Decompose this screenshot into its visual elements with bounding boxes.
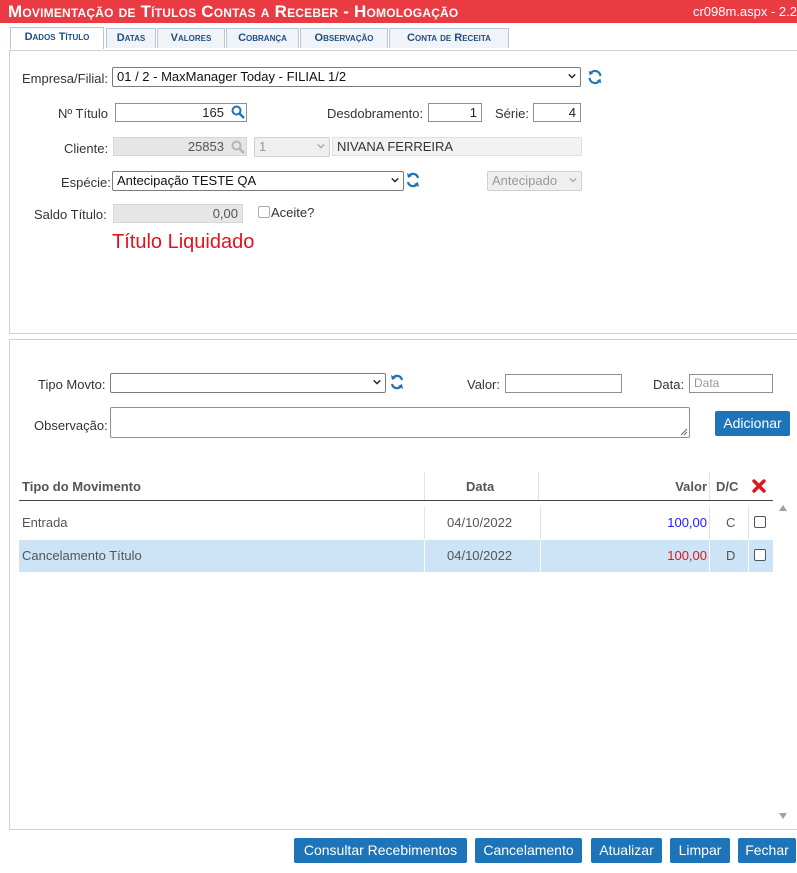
row-select-checkbox[interactable] [754,549,766,561]
empresa-value: 01 / 2 - MaxManager Today - FILIAL 1/2 [117,69,347,84]
especie-status-select[interactable]: Antecipado [487,171,582,191]
tipo-movto-select[interactable] [110,373,386,393]
aceite-checkbox[interactable] [258,206,270,218]
row-tipo: Entrada [22,515,68,530]
row-valor: 100,00 [667,515,707,530]
col-divider [540,540,541,572]
tab-conta-receita[interactable]: Conta de Receita [389,28,509,48]
desdobramento-label: Desdobramento: [327,106,424,121]
scroll-up-icon[interactable] [779,505,787,511]
cliente-seq-value: 1 [259,139,267,154]
table-row[interactable]: Entrada 04/10/2022 100,00 C [19,507,773,539]
col-divider [709,540,710,572]
col-dc[interactable]: D/C [716,479,738,494]
valor-input[interactable] [505,374,622,393]
page-title: Movimentação de Títulos Contas a Receber… [8,2,459,21]
titulo-label: Nº Título [58,106,109,121]
especie-select[interactable]: Antecipação TESTE QA [112,171,404,191]
row-dc: C [726,515,736,530]
page-ref: cr098m.aspx - 2.2 [692,4,797,19]
search-icon[interactable] [230,139,246,155]
col-divider [540,507,541,539]
data-label: Data: [653,377,685,392]
serie-input[interactable]: 4 [533,103,581,122]
title-bar: Movimentação de Títulos Contas a Receber… [0,0,797,23]
tab-observacao[interactable]: Observação [300,28,388,48]
atualizar-button[interactable]: Atualizar [591,838,662,863]
col-tipo[interactable]: Tipo do Movimento [22,479,141,494]
aceite-label: Aceite? [271,205,315,220]
col-divider [709,507,710,539]
col-divider [748,540,749,572]
tab-cobranca[interactable]: Cobrança [226,28,299,48]
tab-dados-titulo[interactable]: Dados Título [10,27,104,49]
chevron-down-icon [373,379,381,385]
col-divider [748,507,749,539]
empresa-label: Empresa/Filial: [22,71,108,86]
cliente-code-input[interactable]: 25853 [113,137,247,156]
valor-label: Valor: [467,377,500,392]
row-dc: D [726,548,736,563]
col-divider [424,472,425,500]
titulo-input[interactable]: 165 [115,103,247,122]
grid-scrollbar[interactable] [776,501,790,821]
col-divider [538,472,539,500]
adicionar-button[interactable]: Adicionar [715,411,790,436]
scroll-down-icon[interactable] [779,813,787,819]
grid-header: Tipo do Movimento Data Valor D/C [19,472,773,501]
row-select-checkbox[interactable] [754,516,766,528]
refresh-icon[interactable] [586,68,604,86]
saldo-label: Saldo Título: [34,207,107,222]
tab-valores[interactable]: Valores [157,28,225,48]
row-data: 04/10/2022 [447,515,513,530]
col-divider [424,507,425,539]
data-input[interactable]: Data [689,374,773,393]
dados-titulo-panel [9,50,797,334]
saldo-field: 0,00 [113,204,243,223]
fechar-button[interactable]: Fechar [738,838,796,863]
swap-icon[interactable] [405,171,421,189]
especie-value: Antecipação TESTE QA [117,173,257,188]
cliente-name-field: NIVANA FERREIRA [332,137,582,156]
chevron-down-icon [569,177,577,183]
row-valor: 100,00 [667,548,707,563]
chevron-down-icon [568,73,576,79]
observacao-label: Observação: [34,418,108,433]
row-data: 04/10/2022 [447,548,513,563]
status-message: Título Liquidado [112,231,255,253]
tipo-movto-label: Tipo Movto: [38,377,106,392]
tab-datas[interactable]: Datas [106,28,156,48]
empresa-select[interactable]: 01 / 2 - MaxManager Today - FILIAL 1/2 [112,67,581,87]
table-row[interactable]: Cancelamento Título 04/10/2022 100,00 D [19,540,773,572]
cliente-label: Cliente: [64,141,109,156]
col-valor[interactable]: Valor [675,479,707,494]
chevron-down-icon [391,177,399,183]
desdobramento-input[interactable]: 1 [428,103,482,122]
swap-icon[interactable] [389,373,405,391]
limpar-button[interactable]: Limpar [670,838,730,863]
row-tipo: Cancelamento Título [22,548,142,563]
consultar-recebimentos-button[interactable]: Consultar Recebimentos [294,838,467,863]
especie-status-value: Antecipado [492,173,558,188]
cancelamento-button[interactable]: Cancelamento [475,838,582,863]
cliente-seq-select[interactable]: 1 [254,137,330,157]
resize-handle-icon[interactable] [680,428,688,436]
col-data[interactable]: Data [466,479,494,494]
especie-label: Espécie: [61,175,111,190]
chevron-down-icon [317,143,325,149]
col-divider [424,540,425,572]
serie-label: Série: [495,106,529,121]
observacao-textarea[interactable] [110,407,690,438]
col-divider [709,472,710,500]
delete-icon[interactable] [752,479,766,493]
search-icon[interactable] [230,104,246,120]
